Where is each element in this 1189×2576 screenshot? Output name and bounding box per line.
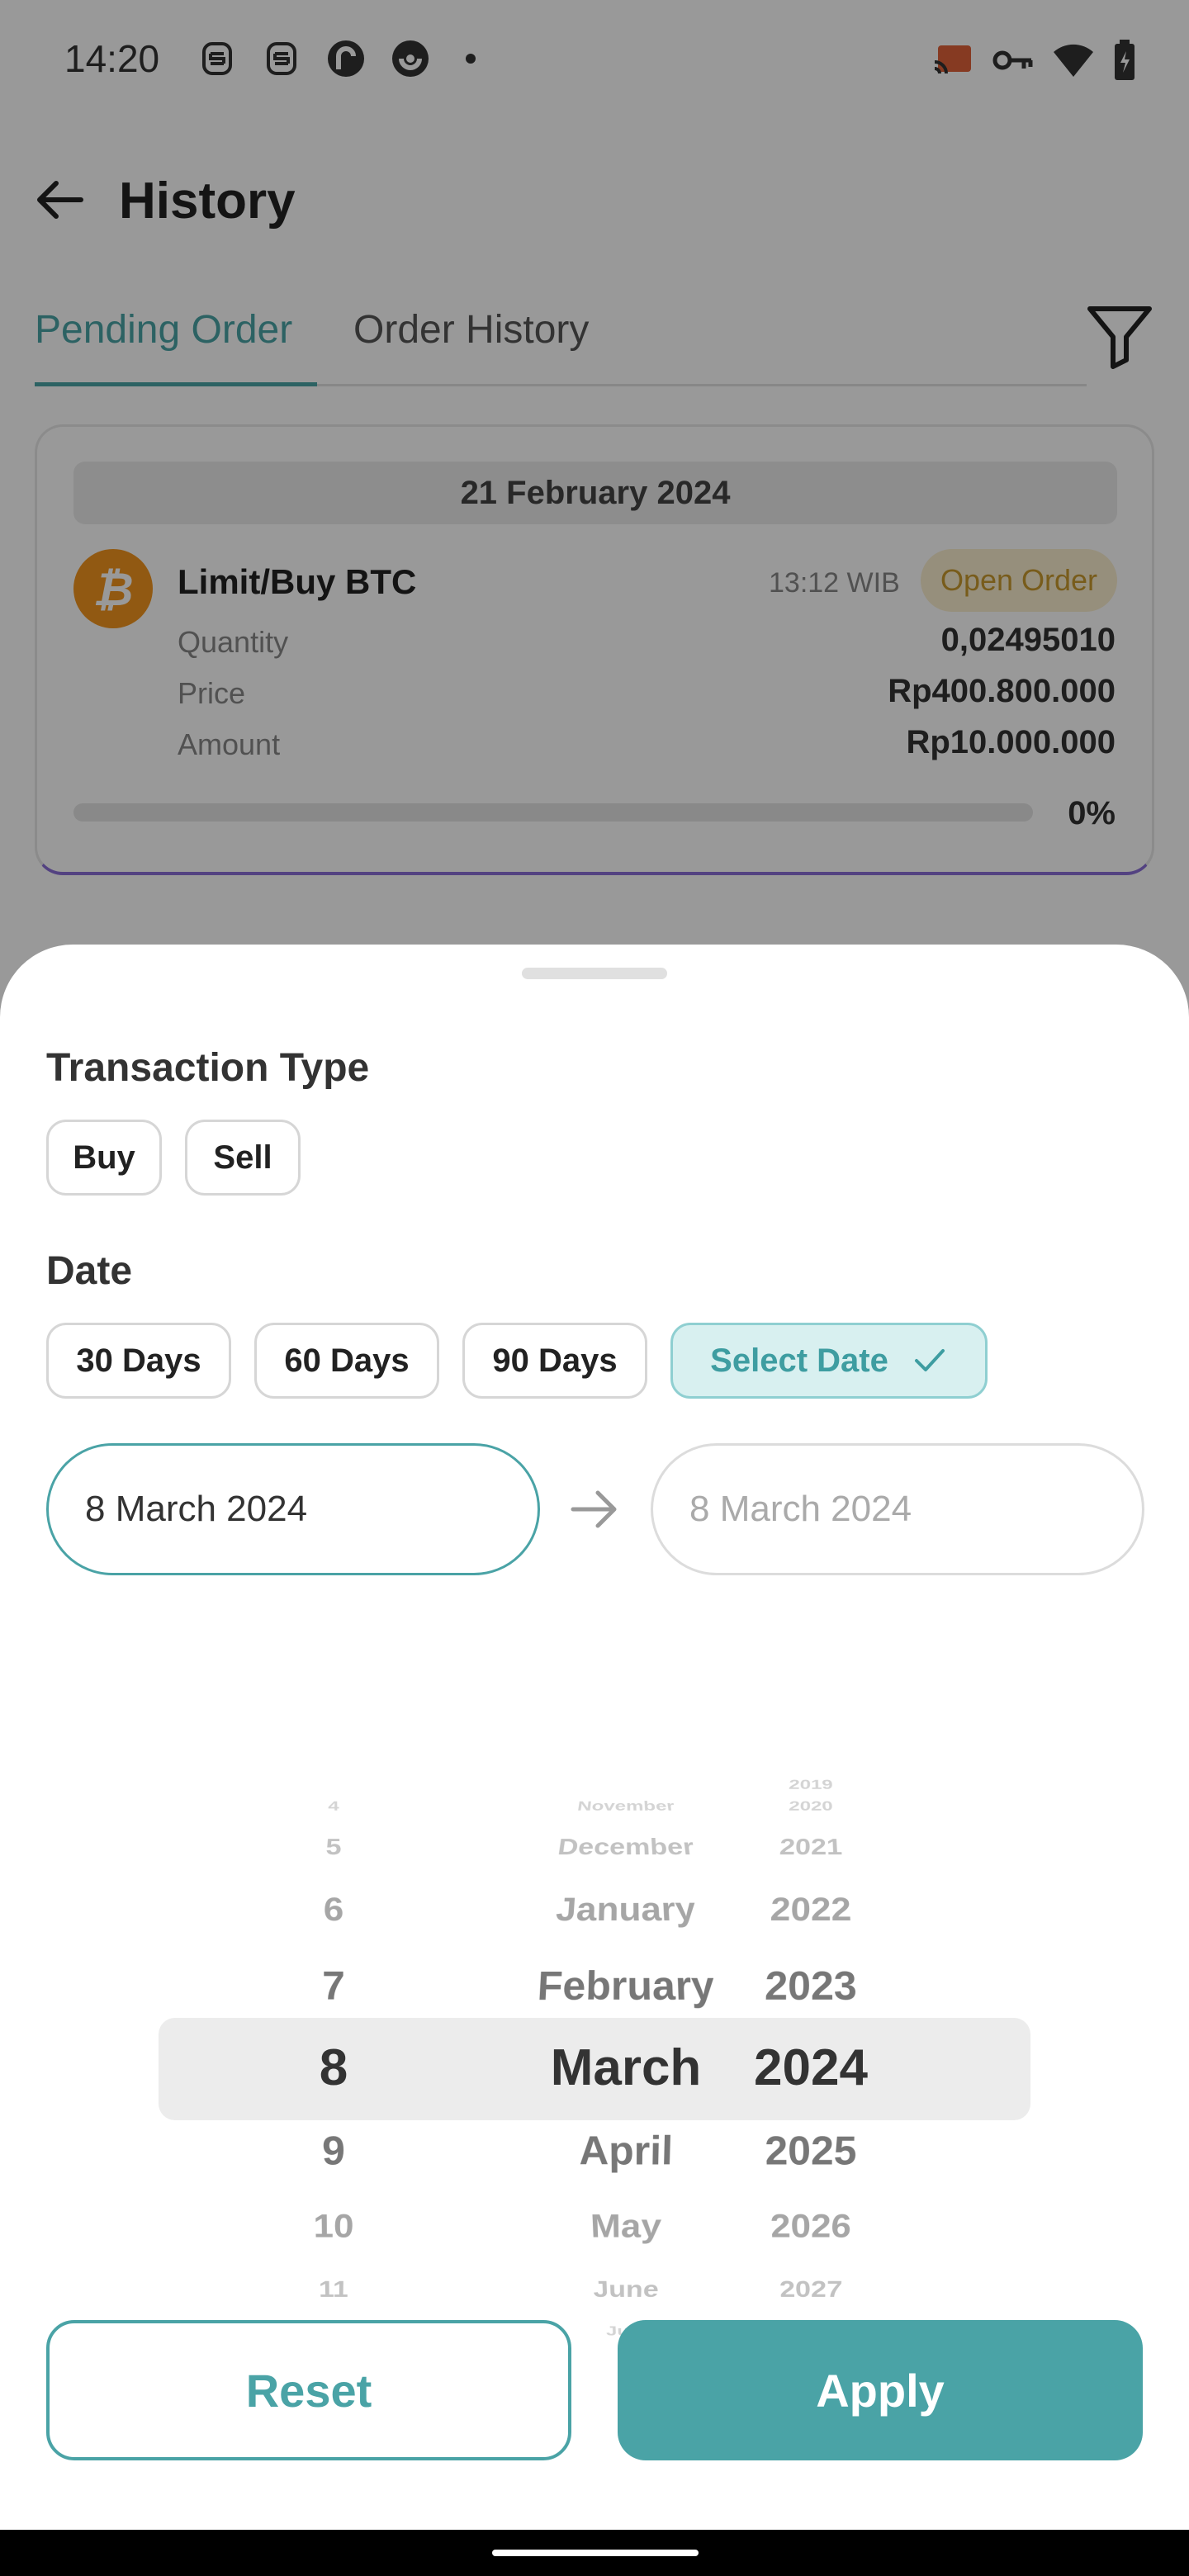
day-option[interactable]: 11 [318,2276,348,2303]
year-option[interactable]: 2022 [770,1891,852,1929]
arrow-right-icon [568,1485,621,1534]
year-option[interactable]: 2026 [770,2207,852,2245]
30-days-chip[interactable]: 30 Days [46,1323,231,1399]
buy-chip[interactable]: Buy [46,1120,162,1196]
home-gesture-handle[interactable] [492,2550,699,2556]
date-title: Date [46,1248,132,1294]
filter-bottom-sheet: Transaction Type Buy Sell Date 30 Days 6… [0,945,1189,2530]
apply-button[interactable]: Apply [618,2320,1143,2460]
60-days-chip[interactable]: 60 Days [254,1323,439,1399]
check-icon [912,1342,948,1379]
reset-button[interactable]: Reset [46,2320,571,2460]
day-option[interactable]: 7 [322,1963,345,2010]
date-wheel-picker[interactable]: 456789101112 NovemberDecemberJanuaryFebr… [159,1655,1030,2365]
to-date-field[interactable]: 8 March 2024 [651,1443,1144,1575]
select-date-label: Select Date [710,1342,888,1380]
sheet-drag-handle[interactable] [522,968,667,979]
month-option[interactable]: February [536,1963,715,2010]
month-option[interactable]: June [592,2276,660,2303]
year-option[interactable]: 2020 [789,1798,834,1814]
day-option[interactable]: 5 [325,1835,341,1861]
month-option[interactable]: December [556,1835,695,1861]
month-option[interactable]: January [554,1891,697,1929]
year-option[interactable]: 2019 [789,1777,834,1792]
year-option[interactable]: 2027 [779,2276,843,2303]
day-option[interactable]: 9 [322,2127,345,2174]
year-option[interactable]: 2024 [754,2039,868,2097]
90-days-chip[interactable]: 90 Days [462,1323,647,1399]
month-option[interactable]: May [590,2207,662,2245]
day-option[interactable]: 4 [328,1798,339,1814]
history-screen: 14:20 History Pending Order Order Histor… [0,0,1189,2576]
year-option[interactable]: 2021 [779,1835,843,1861]
day-option[interactable]: 6 [323,1891,343,1929]
year-option[interactable]: 2023 [765,1963,858,2010]
sell-chip[interactable]: Sell [185,1120,301,1196]
from-date-field[interactable]: 8 March 2024 [46,1443,540,1575]
transaction-type-title: Transaction Type [46,1045,369,1091]
day-option[interactable]: 10 [313,2207,354,2245]
day-option[interactable]: 8 [320,2039,348,2097]
year-option[interactable]: 2025 [765,2127,858,2174]
navigation-bar [0,2530,1189,2576]
select-date-chip[interactable]: Select Date [670,1323,988,1399]
month-option[interactable]: March [551,2039,702,2097]
month-option[interactable]: November [576,1798,676,1814]
month-option[interactable]: April [578,2127,674,2174]
